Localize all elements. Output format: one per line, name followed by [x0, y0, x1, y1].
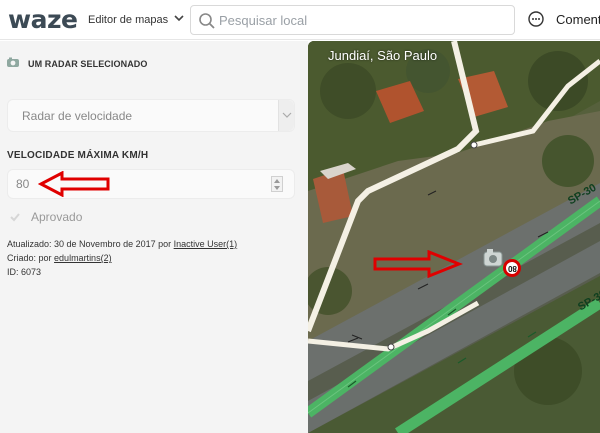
annotation-arrow-icon: [38, 171, 110, 197]
speed-limit-badge-value: 80: [507, 264, 517, 273]
stepper-down-icon[interactable]: [272, 184, 282, 191]
approved-label: Aprovado: [31, 210, 83, 224]
check-icon[interactable]: [9, 211, 21, 223]
camera-type-value: Radar de velocidade: [22, 109, 133, 123]
annotation-arrow-icon: [373, 250, 463, 278]
updated-user-link[interactable]: Inactive User(1): [174, 239, 238, 249]
chevron-down-icon: [282, 112, 292, 118]
select-arrow[interactable]: [278, 100, 294, 131]
details-panel: UM RADAR SELECIONADO Radar de velocidade…: [0, 41, 308, 433]
comments-button[interactable]: Comentários: [556, 12, 600, 27]
camera-type-select[interactable]: Radar de velocidade: [7, 99, 295, 132]
created-info: Criado: por edulmartins(2): [7, 253, 112, 263]
object-id: ID: 6073: [7, 267, 42, 277]
map-view[interactable]: Jundiaí, São Paulo SP-30 SP-30 80: [308, 41, 600, 433]
created-user-link[interactable]: edulmartins(2): [54, 253, 112, 263]
speed-stepper[interactable]: [271, 176, 283, 192]
stepper-up-icon[interactable]: [272, 177, 282, 184]
speed-limit-value[interactable]: 80: [16, 177, 29, 191]
waze-logo[interactable]: waze: [8, 5, 78, 34]
speed-limit-label: VELOCIDADE MÁXIMA KM/H: [7, 150, 149, 161]
search-box[interactable]: [190, 5, 515, 35]
chevron-down-icon[interactable]: [172, 11, 186, 25]
search-icon: [199, 13, 215, 29]
speed-camera-icon: [7, 57, 19, 67]
app-name[interactable]: Editor de mapas: [88, 14, 168, 26]
selection-title: UM RADAR SELECIONADO: [28, 59, 148, 69]
top-bar: waze Editor de mapas Comentários: [0, 0, 600, 40]
map-canvas[interactable]: [308, 41, 600, 433]
search-input[interactable]: [219, 10, 509, 30]
created-text: Criado: por: [7, 253, 52, 263]
map-location-label: Jundiaí, São Paulo: [328, 48, 438, 63]
updated-info: Atualizado: 30 de Novembro de 2017 por I…: [7, 239, 237, 249]
comment-icon[interactable]: [527, 10, 545, 28]
speed-limit-badge[interactable]: 80: [503, 259, 521, 277]
updated-text: Atualizado: 30 de Novembro de 2017 por: [7, 239, 172, 249]
